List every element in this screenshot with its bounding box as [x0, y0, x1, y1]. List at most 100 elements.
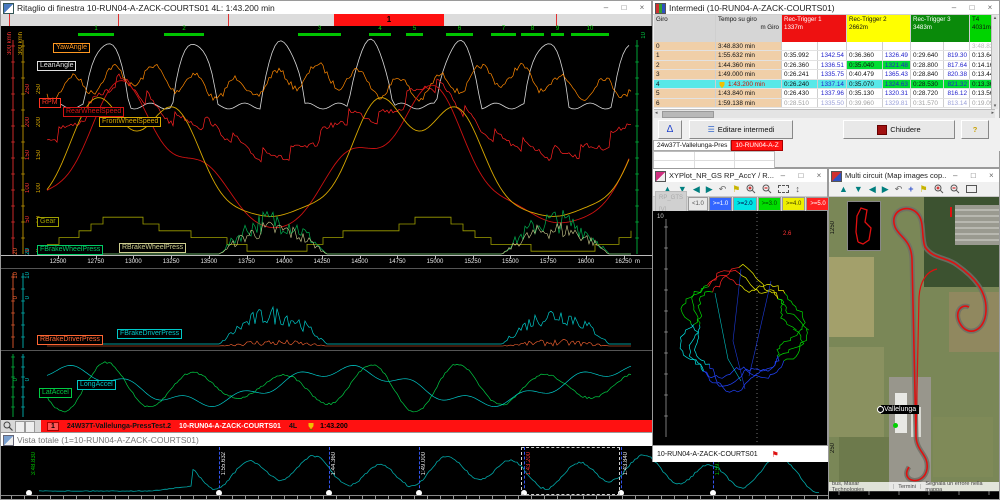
legend-chip[interactable]: >=1.0 — [709, 197, 732, 211]
pan-right-icon[interactable]: ▶ — [882, 184, 889, 194]
zoom-in-icon[interactable] — [746, 184, 756, 194]
segment-bar[interactable] — [78, 33, 114, 36]
column-header[interactable]: Rec-Trigger 33483m — [911, 15, 970, 42]
pan-right-icon[interactable]: ▶ — [706, 184, 713, 194]
lap-time-label[interactable]: 3:48.830 — [31, 452, 37, 475]
maximize-icon[interactable]: □ — [964, 171, 982, 180]
flag-icon[interactable]: ⚑ — [920, 184, 928, 195]
segment-bar[interactable] — [521, 33, 544, 36]
minimize-icon[interactable]: – — [774, 171, 792, 180]
segment-bar[interactable] — [571, 33, 609, 36]
maximize-icon[interactable]: □ — [963, 3, 981, 12]
channel-label-rearwheelspeed[interactable]: RearWheelSpeed — [63, 107, 124, 117]
lap-time-label[interactable]: 1:49.000 — [421, 452, 427, 475]
chart-area[interactable]: 12345678910 300 kmh300 kmh25020015010050… — [1, 26, 653, 433]
segment-bar[interactable] — [551, 33, 564, 36]
table-row-giro-5[interactable]: 51:43.840 min0:26.4301337.960:35.1301320… — [654, 89, 995, 98]
window-controls[interactable]: –□× — [946, 171, 999, 180]
map-titlebar[interactable]: Multi circuit (Map images cop.. –□× — [829, 169, 999, 183]
window-controls[interactable]: –□× — [597, 3, 651, 12]
segment-bar[interactable] — [446, 33, 473, 36]
pan-left-icon[interactable]: ◀ — [869, 184, 876, 194]
legend-chip[interactable]: >=4.0 — [782, 197, 805, 211]
window-controls[interactable]: –□× — [945, 3, 999, 12]
minimize-icon[interactable]: – — [946, 171, 964, 180]
segment-bar[interactable] — [164, 33, 204, 36]
undo-icon[interactable]: ↶ — [719, 184, 727, 195]
edit-intermedi-button[interactable]: ☰ Editare intermedi — [689, 120, 793, 139]
window-controls[interactable]: –□× — [774, 171, 827, 180]
channel-label-fbrakewheelpress[interactable]: FBrakeWheelPress — [37, 245, 103, 255]
lap-time-label[interactable]: 1:43.840 — [623, 452, 629, 475]
flag-icon[interactable]: ⚑ — [732, 184, 740, 195]
scroll-right-icon[interactable]: ▸ — [991, 110, 994, 116]
scroll-left-icon[interactable]: ◂ — [655, 110, 658, 116]
session-tab[interactable]: 24w37T-Vallelunga-Pres — [653, 140, 731, 151]
pan-down-icon[interactable]: ▼ — [854, 184, 863, 194]
segment-bar[interactable] — [298, 33, 341, 36]
table-row-giro-0[interactable]: 03:48.830 min3:48.83 — [654, 42, 995, 51]
zoom-in-icon[interactable] — [934, 184, 944, 194]
pan-left-icon[interactable]: ◀ — [693, 184, 700, 194]
help-button[interactable]: ? — [961, 120, 989, 139]
table-hscrollbar[interactable]: ◂ ▸ — [654, 109, 995, 118]
legend-chip[interactable]: >=5.0 — [806, 197, 829, 211]
legend-chip[interactable]: >=2.0 — [733, 197, 756, 211]
lap-time-label[interactable]: 1:44.360 — [331, 452, 337, 475]
scroll-thumb[interactable] — [662, 111, 714, 118]
minimize-icon[interactable]: – — [945, 3, 963, 12]
table-row-giro-6[interactable]: 61:59.138 min0:28.5101335.500:39.9601329… — [654, 99, 995, 108]
column-header[interactable]: Tempo su girom Giro — [716, 15, 782, 42]
channel-label-leanangle[interactable]: LeanAngle — [37, 61, 76, 71]
channel-label-fbrakedriverpress[interactable]: FBrakeDriverPress — [117, 329, 182, 339]
table-vscrollbar[interactable]: ▴▾ — [991, 15, 998, 109]
channel-label-yawangle[interactable]: YawAngle — [53, 43, 90, 53]
scroll-up-icon[interactable]: ▴ — [992, 15, 998, 21]
maximize-icon[interactable]: □ — [792, 171, 810, 180]
channel-label-rpm[interactable]: RPM — [39, 98, 61, 108]
close-icon[interactable]: × — [633, 3, 651, 12]
current-lap-block[interactable]: 1 — [334, 14, 444, 26]
close-intermedi-button[interactable]: Chiudere — [843, 120, 955, 139]
pan-up-icon[interactable]: ▲ — [839, 184, 848, 194]
close-icon[interactable]: × — [981, 3, 999, 12]
undo-icon[interactable]: ↶ — [895, 184, 903, 195]
channel-label-gear[interactable]: Gear — [37, 217, 59, 227]
column-header[interactable]: Giro — [654, 15, 716, 42]
table-row-giro-1[interactable]: 11:55.632 min0:35.9921342.540:36.3601326… — [654, 51, 995, 60]
select-rect-icon[interactable] — [778, 185, 789, 193]
legend-chip[interactable]: >=3.0 — [758, 197, 781, 211]
close-icon[interactable]: × — [810, 171, 827, 180]
select-rect-icon[interactable] — [966, 185, 977, 193]
axis-tool-icon[interactable]: ↕ — [795, 184, 800, 194]
column-header[interactable]: Rec-Trigger 22662m — [847, 15, 911, 42]
legend-chip[interactable]: <1.0 — [688, 197, 708, 211]
channel-label-rbrakedriverpress[interactable]: RBrakeDriverPress — [37, 335, 103, 345]
triangle-button[interactable]: Δ — [658, 120, 682, 139]
channel-label-frontwheelspeed[interactable]: FrontWheelSpeed — [99, 117, 161, 127]
maximize-icon[interactable]: □ — [615, 3, 633, 12]
channel-label-lataccel[interactable]: LatAccel — [39, 388, 72, 398]
run-tab[interactable]: 10-RUN04-A-Z — [731, 140, 782, 151]
channel-label-rbrakewheelpress[interactable]: RBrakeWheelPress — [119, 243, 186, 253]
intermedi-titlebar[interactable]: Intermedi (10-RUN04-A-ZACK-COURTS01) –□× — [653, 1, 999, 15]
zoom-out-icon[interactable] — [762, 184, 772, 194]
minimize-icon[interactable]: – — [597, 3, 615, 12]
xyplot-titlebar[interactable]: XYPlot_NR_GS RP_AccY / R... –□× — [653, 169, 827, 183]
table-row-giro-2[interactable]: 21:44.360 min0:26.3601336.510:35.0401321… — [654, 61, 995, 70]
table-row-giro-3[interactable]: 31:49.000 min0:26.2411335.750:40.4791365… — [654, 70, 995, 79]
overview-selection[interactable] — [521, 447, 620, 495]
lap-time-label[interactable]: 1:55.632 — [221, 452, 227, 475]
xyplot-area[interactable]: 10 2.6 — [653, 211, 827, 445]
crosshair-icon[interactable]: + — [908, 184, 913, 194]
table-row-giro-4[interactable]: 41:43.200 min0:26.2401337.140:35.0701324… — [654, 80, 995, 89]
magnifier-icon[interactable] — [3, 421, 14, 432]
segment-bar[interactable] — [491, 33, 516, 36]
column-header[interactable]: Rec-Trigger 11337m — [782, 15, 847, 42]
place-label[interactable]: Vallelunga — [881, 405, 919, 414]
telemetry-titlebar[interactable]: Ritaglio di finestra 10-RUN04-A-ZACK-COU… — [1, 1, 651, 15]
segment-bar[interactable] — [406, 33, 423, 36]
close-icon[interactable]: × — [982, 171, 999, 180]
map-satellite-view[interactable]: Vallelunga 1250 250 0 bus, Maxar Technol… — [829, 197, 999, 499]
channel-label-longaccel[interactable]: LongAccel — [77, 380, 116, 390]
